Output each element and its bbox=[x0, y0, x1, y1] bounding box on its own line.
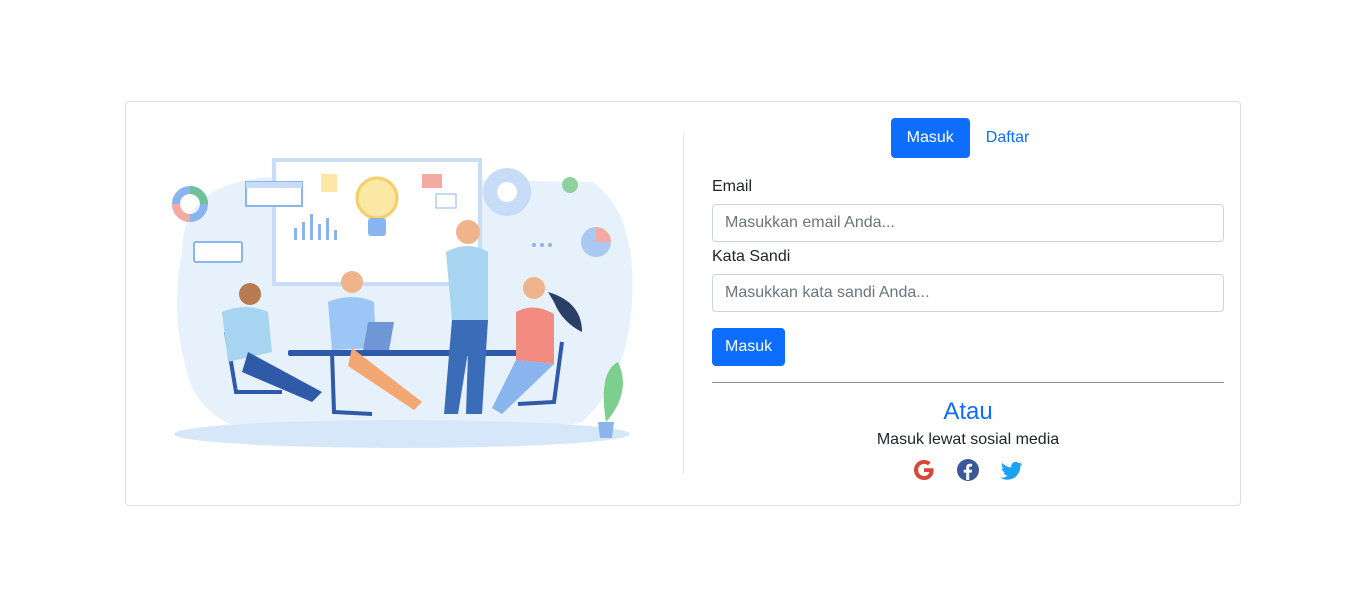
twitter-icon[interactable] bbox=[1000, 458, 1024, 482]
vertical-divider bbox=[683, 132, 684, 474]
team-meeting-illustration bbox=[172, 158, 633, 448]
google-icon[interactable] bbox=[912, 458, 936, 482]
facebook-icon[interactable] bbox=[956, 458, 980, 482]
email-label: Email bbox=[712, 178, 753, 195]
tab-login[interactable]: Masuk bbox=[890, 118, 970, 158]
or-heading: Atau bbox=[943, 398, 993, 425]
password-label: Kata Sandi bbox=[712, 248, 791, 265]
social-login-text: Masuk lewat sosial media bbox=[876, 431, 1060, 448]
login-card: Masuk Daftar Email Kata Sandi Masuk Atau… bbox=[125, 101, 1241, 506]
auth-tabs: Masuk Daftar bbox=[712, 118, 1224, 158]
tab-register[interactable]: Daftar bbox=[970, 118, 1046, 158]
login-button[interactable]: Masuk bbox=[712, 328, 786, 366]
auth-panel: Masuk Daftar Email Kata Sandi Masuk Atau… bbox=[712, 118, 1224, 481]
email-input[interactable] bbox=[712, 204, 1224, 242]
password-input[interactable] bbox=[712, 274, 1224, 312]
horizontal-divider bbox=[712, 382, 1224, 383]
social-login-icons bbox=[712, 458, 1224, 482]
